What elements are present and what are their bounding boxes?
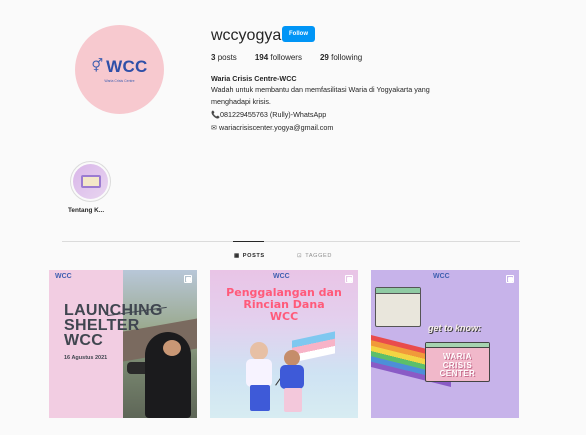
bio-line-2: menghadapi krisis. xyxy=(211,97,271,106)
tag-icon: ⊡ xyxy=(297,253,303,259)
post-3-logo: WCC xyxy=(433,273,450,280)
post-2-figure-1-head xyxy=(250,342,268,360)
post-thumbnail-2[interactable]: WCC Penggalangan dan Rincian Dana WCC xyxy=(210,270,358,418)
post-2-figure-2-body xyxy=(280,365,304,389)
post-2-figure-2-head xyxy=(284,350,300,366)
phone-icon: 📞 xyxy=(211,110,220,119)
following-count: 29 xyxy=(319,53,329,62)
post-3-card-titlebar xyxy=(426,343,489,348)
followers-stat-label: followers xyxy=(270,53,302,62)
multi-image-icon xyxy=(345,275,353,283)
post-1-date: 16 Agustus 2021 xyxy=(64,355,108,361)
gender-symbol-icon: ⚥ xyxy=(91,59,104,74)
post-2-title-line-3: WCC xyxy=(269,310,299,323)
avatar-logo-subtitle: Waria Crisis Centre xyxy=(104,79,135,83)
multi-image-icon xyxy=(506,275,514,283)
bio-email: wariacrisiscenter.yogya@gmail.com xyxy=(219,123,334,132)
post-1-logo: WCC xyxy=(55,273,72,280)
following-stat[interactable]: 29 following xyxy=(320,53,362,62)
multi-image-icon xyxy=(184,275,192,283)
posts-stat: 3 posts xyxy=(211,53,237,62)
tab-tagged-label: TAGGED xyxy=(305,253,333,259)
post-2-title: Penggalangan dan Rincian Dana WCC xyxy=(210,287,358,323)
post-3-card-text: WARIA CRISIS CENTER xyxy=(426,352,489,379)
tab-tagged[interactable]: ⊡ TAGGED xyxy=(297,253,332,259)
bio-phone: 081229455763 (Rully)-WhatsApp xyxy=(219,110,327,119)
followers-stat[interactable]: 194 followers xyxy=(255,53,302,62)
tab-posts-label: POSTS xyxy=(242,253,265,259)
bio-email-line: ✉ wariacrisiscenter.yogya@gmail.com xyxy=(211,123,333,132)
post-3-window-graphic xyxy=(375,287,421,327)
followers-count: 194 xyxy=(254,53,269,62)
post-3-headline: get to know: xyxy=(428,323,481,333)
post-thumbnail-3[interactable]: WCC get to know: WARIA CRISIS CENTER xyxy=(371,270,519,418)
story-highlight[interactable] xyxy=(70,161,111,202)
avatar-logo: ⚥ WCC xyxy=(91,57,147,77)
post-thumbnail-1[interactable]: WCC LAUNCHING SHELTER WCC 16 Agustus 202… xyxy=(49,270,197,418)
post-2-figure-2-legs xyxy=(284,388,302,412)
posts-count: 3 xyxy=(211,53,216,62)
post-3-card-line-3: CENTER xyxy=(439,369,476,378)
highlight-label[interactable]: Tentang K... xyxy=(68,207,104,214)
post-1-title-line-2: SHELTER xyxy=(64,317,140,334)
post-3-card: WARIA CRISIS CENTER xyxy=(425,342,490,382)
bio-line-1: Wadah untuk membantu dan memfasilitasi W… xyxy=(211,85,430,94)
profile-stats: 3 posts 194 followers 29 following xyxy=(211,53,380,62)
bio-name: Waria Crisis Centre-WCC xyxy=(211,74,297,83)
post-1-title-line-1: LAUNCHING xyxy=(64,302,163,319)
profile-avatar[interactable]: ⚥ WCC Waria Crisis Centre xyxy=(75,25,164,114)
post-1-title-line-3: WCC xyxy=(64,332,104,349)
post-2-figure-1-body xyxy=(246,359,272,387)
tab-posts[interactable]: ▦ POSTS xyxy=(234,253,265,259)
profile-username: wccyogya xyxy=(211,27,282,44)
avatar-logo-text: WCC xyxy=(106,56,148,76)
post-2-logo: WCC xyxy=(273,273,290,280)
envelope-icon: ✉ xyxy=(211,123,218,132)
post-1-face xyxy=(163,340,181,356)
posts-stat-label: posts xyxy=(217,53,237,62)
post-2-figure-1-legs xyxy=(250,385,270,411)
grid-icon: ▦ xyxy=(234,253,240,259)
bio-phone-line: 📞081229455763 (Rully)-WhatsApp xyxy=(211,110,326,119)
following-stat-label: following xyxy=(331,53,363,62)
post-3-window-titlebar xyxy=(376,288,420,294)
highlight-cover xyxy=(73,164,108,199)
active-tab-indicator xyxy=(233,241,264,242)
follow-button[interactable]: Follow xyxy=(282,26,315,42)
tabs-divider xyxy=(62,241,520,242)
highlight-cover-image xyxy=(80,175,101,188)
